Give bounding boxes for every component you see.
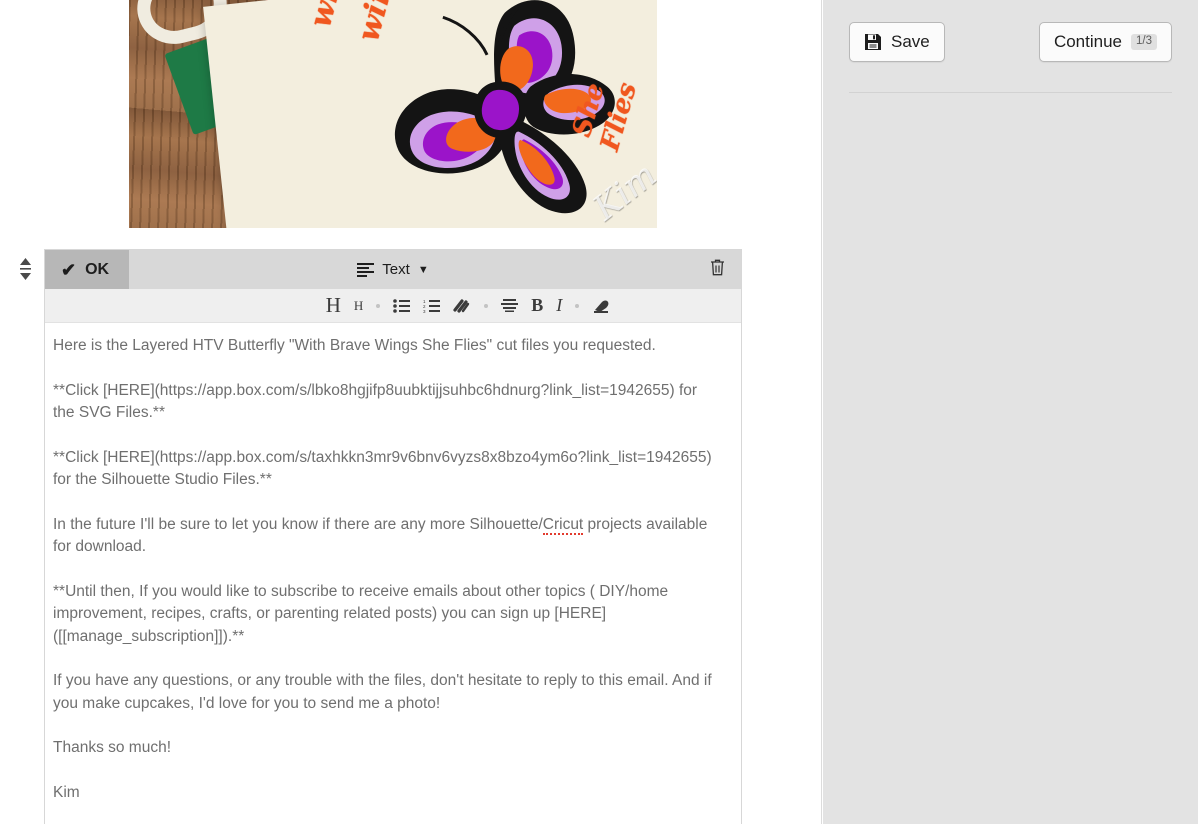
paragraph: If you have any questions, or any troubl… [53, 672, 712, 712]
bullet-list-button[interactable] [393, 295, 411, 317]
delete-block-button[interactable] [710, 258, 725, 281]
link-button[interactable] [453, 295, 471, 317]
text-editor-block: ✔ OK Text ▼ H H 1 2 3 B I Here is the La… [44, 249, 742, 824]
toolbar-separator [484, 303, 489, 308]
block-type-selector[interactable]: Text ▼ [45, 261, 741, 278]
hero-image-block[interactable]: with brave wings [129, 0, 657, 228]
bold-button[interactable]: B [531, 295, 543, 317]
heading-1-button[interactable]: H [326, 293, 341, 317]
trash-can-icon [711, 259, 724, 275]
vertical-drag-icon [19, 258, 31, 280]
eraser-icon [594, 300, 609, 313]
italic-button[interactable]: I [556, 295, 562, 317]
continue-button-label: Continue [1053, 32, 1122, 51]
paragraph: Kim [53, 783, 80, 801]
email-canvas: with brave wings [0, 0, 822, 824]
misspelled-word: Cricut [542, 515, 584, 535]
paragraph: Thanks so much! [53, 739, 172, 756]
save-button[interactable]: Save [849, 22, 945, 62]
clear-format-button[interactable] [592, 295, 610, 317]
svg-text:3: 3 [423, 309, 426, 313]
bullet-list-icon [393, 298, 411, 313]
chevron-down-icon: ▼ [417, 263, 429, 276]
numbered-list-button[interactable]: 1 2 3 [423, 295, 441, 317]
block-type-label: Text [382, 261, 410, 278]
paragraph: **Click [HERE](https://app.box.com/s/tax… [53, 448, 712, 489]
check-icon: ✔ [61, 259, 77, 280]
paragraph: Here is the Layered HTV Butterfly "With … [53, 337, 656, 354]
align-center-icon [501, 299, 519, 312]
right-sidebar: Save Continue 1/3 Images 383 Styles + Dr… [823, 0, 1198, 824]
save-button-label: Save [891, 32, 930, 51]
paragraph: **Until then, If you would like to subsc… [53, 582, 669, 645]
butterfly-tote-photo: with brave wings [129, 0, 657, 228]
toolbar-separator [376, 303, 381, 308]
ok-button-label: OK [85, 260, 110, 278]
floppy-disk-icon [865, 34, 881, 50]
continue-button[interactable]: Continue 1/3 [1038, 22, 1172, 62]
ok-button[interactable]: ✔ OK [45, 250, 129, 289]
link-icon [453, 298, 470, 313]
paragraph: **Click [HERE](https://app.box.com/s/lbk… [53, 381, 698, 422]
align-button[interactable] [501, 295, 519, 317]
editor-toolbar: ✔ OK Text ▼ [45, 250, 741, 289]
editor-content[interactable]: Here is the Layered HTV Butterfly "With … [45, 323, 741, 823]
numbered-list-icon: 1 2 3 [423, 299, 441, 313]
app-root: with brave wings [0, 0, 1198, 824]
paragraph-part: In the future I'll be sure to let you kn… [53, 515, 543, 533]
heading-2-button[interactable]: H [354, 295, 363, 317]
header-divider [849, 92, 1172, 93]
block-drag-handle[interactable] [14, 258, 36, 280]
toolbar-separator [575, 303, 580, 308]
paragraph: In the future I'll be sure to let you kn… [53, 514, 719, 559]
format-toolbar: H H 1 2 3 B I [45, 289, 741, 323]
step-badge: 1/3 [1131, 34, 1157, 50]
top-action-bar: Save Continue 1/3 [823, 22, 1198, 62]
text-lines-icon [357, 262, 375, 277]
